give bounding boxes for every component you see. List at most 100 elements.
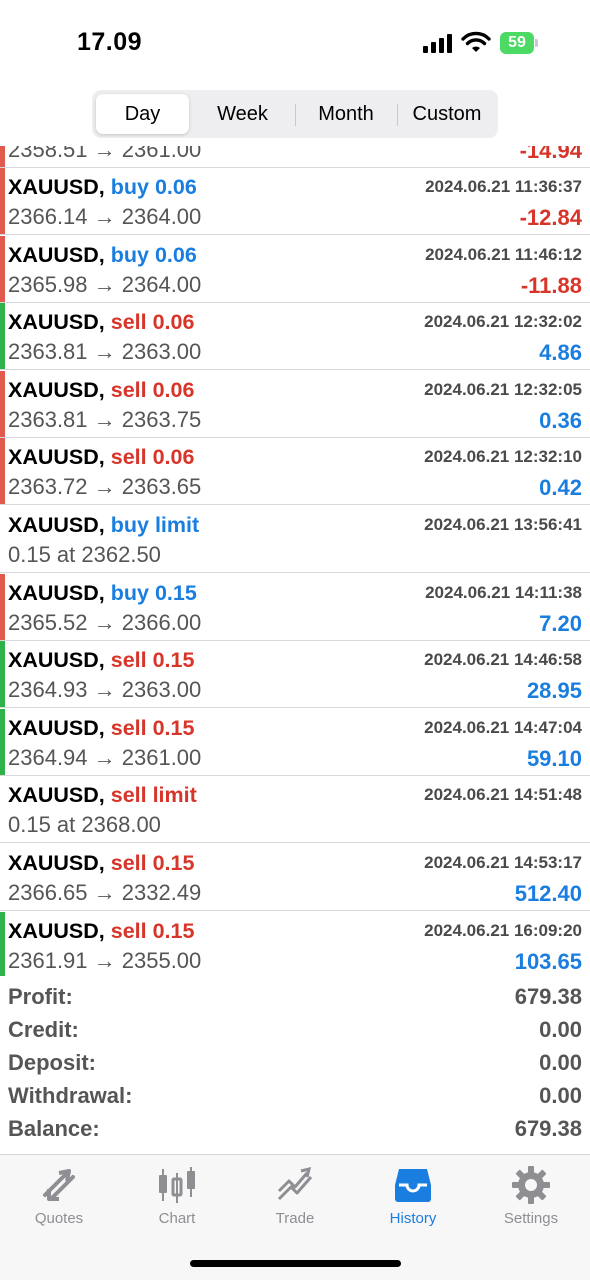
row-timestamp: 2024.06.21 14:51:48 (424, 785, 582, 805)
period-tab-custom[interactable]: Custom (399, 94, 495, 134)
row-prices: 0.15 at 2362.50 (8, 542, 161, 567)
row-profit: 4.86 (539, 340, 582, 366)
history-row[interactable]: XAUUSD, sell 0.06 2024.06.21 12:32:10 2363… (0, 438, 590, 506)
row-title: XAUUSD, sell 0.06 (8, 445, 194, 470)
tab-chart[interactable]: Chart (118, 1155, 236, 1235)
row-timestamp: 2024.06.21 12:32:02 (424, 312, 582, 332)
row-prices: 2363.72 → 2363.65 (8, 474, 202, 500)
row-timestamp: 2024.06.21 14:53:17 (424, 853, 582, 872)
row-prices: 2365.52 → 2366.00 (8, 609, 202, 635)
tab-quotes[interactable]: Quotes (0, 1155, 118, 1235)
row-title: XAUUSD, sell limit (8, 783, 197, 808)
summary-value: 0.00 (539, 1050, 582, 1075)
row-symbol: XAUUSD, (8, 175, 105, 199)
row-profit: -11.88 (520, 272, 582, 298)
summary-row: Deposit: 0.00 (0, 1048, 590, 1081)
row-order-type: buy limit (110, 513, 200, 537)
summary-value: 679.38 (514, 1116, 582, 1141)
summary-row: Withdrawal: 0.00 (0, 1081, 590, 1114)
row-profit: 103.65 (514, 948, 582, 974)
row-title: XAUUSD, buy 0.06 (8, 243, 197, 268)
history-row[interactable]: XAUUSD, sell 0.06 2024.06.21 12:32:05 2363… (0, 370, 590, 438)
summary-row: Profit: 679.38 (0, 982, 590, 1015)
row-title: XAUUSD, sell 0.06 (8, 378, 194, 403)
row-prices: 0.15 at 2368.00 (8, 812, 161, 838)
history-inbox-icon (395, 1169, 431, 1202)
row-profit: 512.40 (514, 881, 582, 906)
row-prices: 2361.91 → 2355.00 (8, 947, 202, 973)
quotes-icon (43, 1169, 75, 1201)
history-row[interactable]: XAUUSD, buy 0.06 2024.06.21 11:46:12 2365.… (0, 235, 590, 303)
row-prices: 2358.51 → 2361.00 (8, 146, 202, 162)
summary-label: Deposit: (8, 1050, 96, 1075)
summary-row: Balance: 679.38 (0, 1114, 590, 1147)
row-profit: 0.36 (539, 407, 582, 433)
row-edge-indicator (0, 370, 5, 437)
row-symbol: XAUUSD, (8, 783, 105, 808)
row-title: XAUUSD, sell 0.15 (8, 648, 194, 673)
row-timestamp: 2024.06.21 14:46:58 (424, 650, 582, 670)
row-title: XAUUSD, sell 0.06 (8, 310, 194, 335)
row-symbol: XAUUSD, (8, 851, 105, 875)
status-time: 17.09 (77, 28, 143, 56)
row-edge-indicator (0, 146, 5, 167)
row-prices: 2364.93 → 2363.00 (8, 677, 202, 703)
period-tab-week[interactable]: Week (193, 94, 292, 134)
row-timestamp: 2024.06.21 14:47:04 (424, 717, 582, 737)
summary-value: 0.00 (539, 1017, 582, 1042)
row-edge-indicator (0, 708, 5, 775)
row-profit: -14.94 (519, 146, 582, 163)
row-title: XAUUSD, buy 0.06 (8, 175, 197, 200)
row-order-type: sell 0.15 (110, 648, 195, 673)
period-tab-day[interactable]: Day (96, 94, 189, 134)
history-row[interactable]: XAUUSD, buy 0.15 2024.06.21 14:11:38 2365.… (0, 573, 590, 641)
history-row[interactable]: XAUUSD, sell 0.15 2024.06.21 14:47:04 2364… (0, 708, 590, 776)
history-row[interactable]: XAUUSD, sell 0.15 2024.06.21 14:53:17 2366… (0, 844, 590, 911)
row-symbol: XAUUSD, (8, 513, 105, 537)
row-order-type: buy 0.06 (110, 175, 197, 199)
row-order-type: sell limit (110, 783, 197, 808)
row-order-type: sell 0.15 (110, 918, 195, 943)
tab-history[interactable]: History (354, 1155, 472, 1235)
row-edge-indicator (0, 641, 5, 708)
row-edge-indicator (0, 303, 5, 370)
summary-label: Withdrawal: (8, 1083, 133, 1108)
row-edge-indicator (0, 168, 5, 234)
row-order-type: buy 0.06 (110, 242, 197, 267)
row-symbol: XAUUSD, (8, 715, 105, 740)
history-row[interactable]: XAUUSD, sell 0.06 2024.06.21 12:32:02 2363… (0, 303, 590, 371)
row-order-type: sell 0.06 (110, 445, 195, 470)
history-list[interactable]: 2358.51 → 2361.00 -14.94 XAUUSD, buy 0.0… (0, 146, 590, 976)
tab-history-label: History (389, 1210, 437, 1227)
cellular-signal-icon (423, 33, 453, 53)
period-tab-month[interactable]: Month (297, 94, 395, 134)
history-row[interactable]: XAUUSD, buy 0.06 2024.06.21 11:36:37 2366.… (0, 168, 590, 235)
row-edge-indicator (0, 573, 5, 640)
row-title: XAUUSD, buy 0.15 (8, 581, 197, 606)
row-profit: 59.10 (526, 745, 582, 771)
period-selector-bar: Day Week Month Custom (0, 82, 590, 146)
history-row-partial[interactable]: 2358.51 → 2361.00 -14.94 (0, 146, 590, 168)
row-prices: 2366.14 → 2364.00 (8, 204, 202, 229)
tab-trade[interactable]: Trade (236, 1155, 354, 1235)
summary-label: Balance: (8, 1116, 100, 1141)
summary-value: 0.00 (539, 1083, 582, 1108)
row-symbol: XAUUSD, (8, 310, 105, 335)
row-symbol: XAUUSD, (8, 377, 105, 402)
history-row[interactable]: XAUUSD, sell 0.15 2024.06.21 14:46:58 2364… (0, 641, 590, 709)
row-order-type: sell 0.15 (110, 851, 195, 875)
row-symbol: XAUUSD, (8, 242, 105, 267)
tab-settings[interactable]: Settings (472, 1155, 590, 1235)
history-row[interactable]: XAUUSD, sell 0.15 2024.06.21 16:09:20 2361… (0, 911, 590, 976)
row-prices: 2363.81 → 2363.75 (8, 406, 202, 432)
tab-trade-label: Trade (275, 1210, 315, 1227)
row-profit: 7.20 (539, 610, 582, 636)
row-edge-indicator (0, 438, 5, 505)
row-profit: 0.42 (539, 475, 582, 501)
row-symbol: XAUUSD, (8, 918, 105, 943)
row-order-type: buy 0.15 (110, 580, 197, 605)
row-order-type: sell 0.06 (110, 377, 195, 402)
history-row[interactable]: XAUUSD, buy limit 2024.06.21 13:56:41 0.15… (0, 506, 590, 573)
history-row[interactable]: XAUUSD, sell limit 2024.06.21 14:51:48 0.1… (0, 776, 590, 844)
gear-icon (512, 1166, 550, 1204)
